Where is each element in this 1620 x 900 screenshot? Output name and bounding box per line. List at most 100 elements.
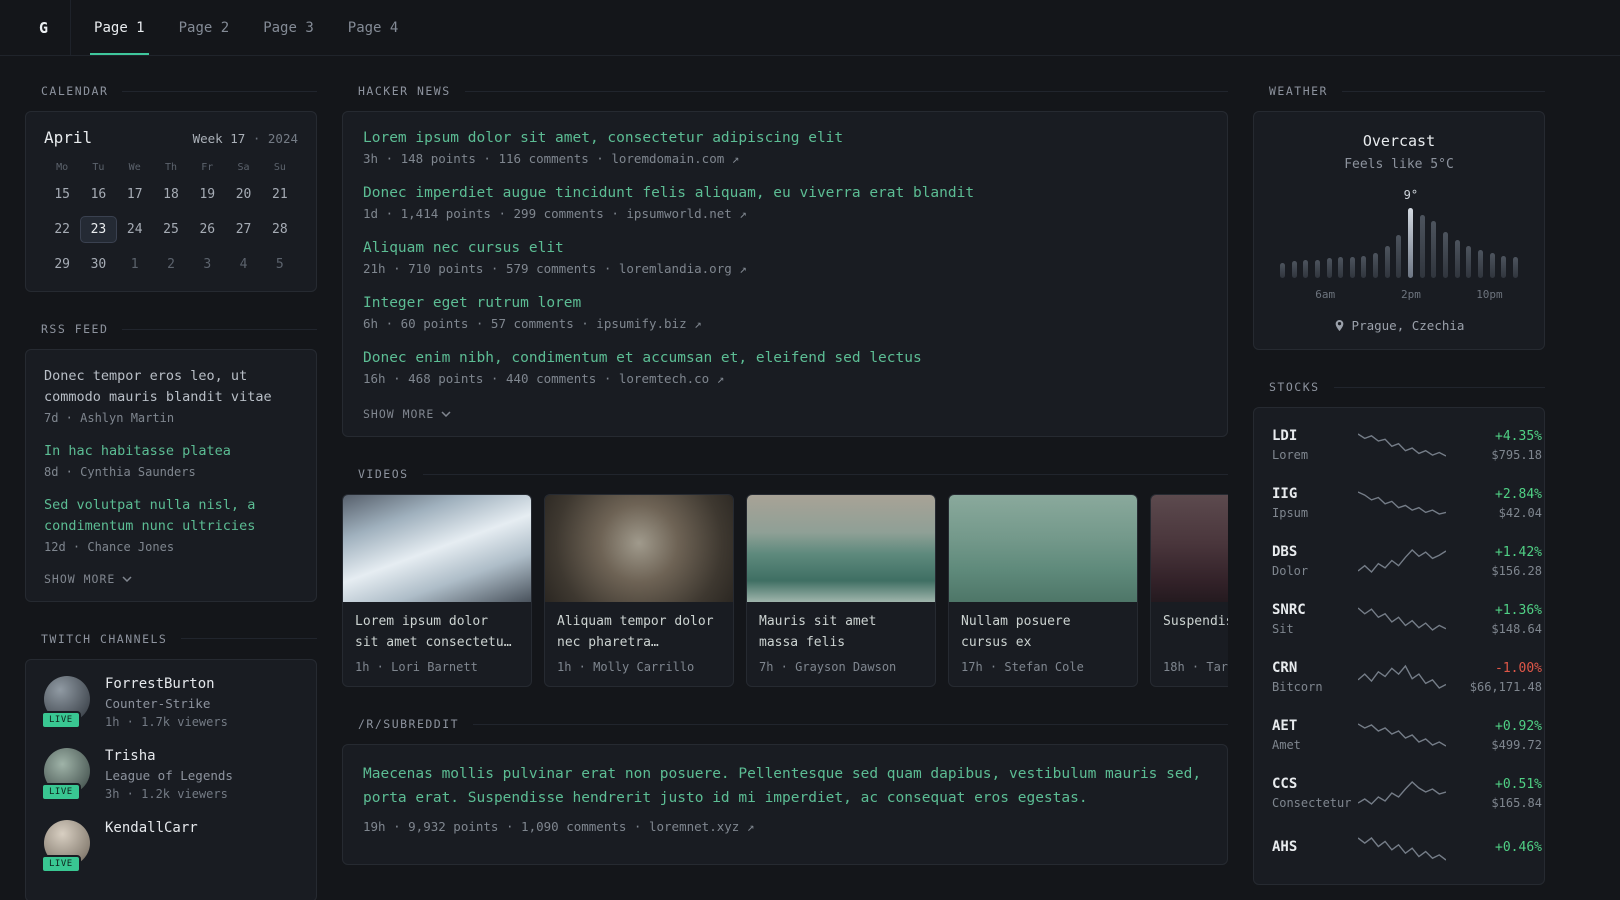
twitch-channel[interactable]: LIVE ForrestBurton Counter-Strike 1h · 1… bbox=[41, 675, 298, 729]
tab-page-3[interactable]: Page 3 bbox=[259, 0, 318, 55]
hn-item-title[interactable]: Aliquam nec cursus elit bbox=[363, 240, 1207, 256]
hn-domain-link[interactable]: loremtech.co ↗ bbox=[619, 371, 724, 386]
rss-show-more-button[interactable]: SHOW MORE bbox=[44, 572, 132, 586]
video-card[interactable]: Mauris sit amet massa felis 7h · Grayson… bbox=[746, 494, 936, 687]
stock-row[interactable]: LDI Lorem +4.35% $795.18 bbox=[1254, 416, 1544, 474]
twitch-widget: LIVE ForrestBurton Counter-Strike 1h · 1… bbox=[25, 658, 317, 900]
video-card[interactable]: Aliquam tempor dolor nec pharetra… 1h · … bbox=[544, 494, 734, 687]
reddit-post-meta: 19h · 9,932 points · 1,090 comments · lo… bbox=[363, 819, 1207, 834]
stock-row[interactable]: CCS Consectetur +0.51% $165.84 bbox=[1254, 764, 1544, 822]
hn-domain-link[interactable]: loremdomain.com ↗ bbox=[611, 151, 739, 166]
weather-section-title: WEATHER bbox=[1253, 84, 1545, 98]
calendar-dow: Fr bbox=[201, 162, 214, 173]
channel-meta: 1h · 1.7k viewers bbox=[105, 714, 228, 729]
calendar-day: 25 bbox=[163, 222, 179, 237]
stock-sparkline bbox=[1358, 834, 1446, 864]
hn-item-title[interactable]: Donec imperdiet augue tincidunt felis al… bbox=[363, 185, 1207, 201]
weather-time-labels: 6am 2pm 10pm bbox=[1280, 288, 1518, 303]
calendar-day: 4 bbox=[239, 257, 248, 272]
video-thumbnail bbox=[343, 495, 531, 602]
calendar-day: 5 bbox=[275, 257, 284, 272]
weather-time-label: 10pm bbox=[1476, 288, 1503, 301]
video-card[interactable]: Nullam posuere cursus ex 17h · Stefan Co… bbox=[948, 494, 1138, 687]
videos-section: VIDEOS Lorem ipsum dolor sit amet consec… bbox=[342, 467, 1228, 687]
video-card[interactable]: Suspendisse diam 18h · Tara bbox=[1150, 494, 1228, 687]
tab-page-2[interactable]: Page 2 bbox=[175, 0, 234, 55]
tab-page-4[interactable]: Page 4 bbox=[344, 0, 403, 55]
stock-row[interactable]: AHS +0.46% bbox=[1254, 822, 1544, 876]
calendar-day: 26 bbox=[199, 222, 216, 237]
hn-item-meta: 3h · 148 points · 116 comments · loremdo… bbox=[363, 151, 1207, 166]
rss-item-title[interactable]: Donec tempor eros leo, ut commodo mauris… bbox=[44, 366, 298, 408]
rss-item-meta: 7d · Ashlyn Martin bbox=[44, 410, 175, 425]
stock-price: $156.28 bbox=[1491, 563, 1542, 578]
subreddit-widget: Maecenas mollis pulvinar erat non posuer… bbox=[342, 744, 1228, 865]
avatar: LIVE bbox=[41, 819, 90, 873]
stock-change: +0.46% bbox=[1495, 839, 1542, 855]
video-title: Aliquam tempor dolor nec pharetra… bbox=[557, 614, 714, 650]
video-title: Nullam posuere cursus ex bbox=[961, 614, 1071, 650]
stock-symbol: CCS bbox=[1272, 776, 1298, 792]
live-badge: LIVE bbox=[41, 710, 81, 729]
rss-section-title: RSS FEED bbox=[25, 322, 317, 336]
tab-page-1[interactable]: Page 1 bbox=[90, 0, 149, 55]
stock-symbol: AET bbox=[1272, 718, 1298, 734]
stock-row[interactable]: SNRC Sit +1.36% $148.64 bbox=[1254, 590, 1544, 648]
stock-name: Amet bbox=[1272, 738, 1301, 752]
twitch-channel[interactable]: LIVE Trisha League of Legends 3h · 1.2k … bbox=[41, 747, 298, 801]
rss-item[interactable]: Sed volutpat nulla nisl, a condimentum n… bbox=[44, 495, 298, 554]
stock-sparkline bbox=[1358, 546, 1446, 576]
hn-meta-text: 1d · 1,414 points · 299 comments · bbox=[363, 206, 627, 221]
hn-item-meta: 1d · 1,414 points · 299 comments · ipsum… bbox=[363, 206, 1207, 221]
chevron-down-icon bbox=[122, 576, 132, 582]
calendar-dow: We bbox=[128, 162, 141, 173]
videos-row: Lorem ipsum dolor sit amet consectetu… 1… bbox=[342, 494, 1228, 687]
stock-row[interactable]: AET Amet +0.92% $499.72 bbox=[1254, 706, 1544, 764]
avatar: LIVE bbox=[41, 675, 90, 729]
video-meta: 18h · Tara bbox=[1163, 660, 1228, 674]
video-thumbnail bbox=[747, 495, 935, 602]
stock-row[interactable]: IIG Ipsum +2.84% $42.04 bbox=[1254, 474, 1544, 532]
location-pin-icon bbox=[1335, 320, 1343, 331]
rss-item[interactable]: Donec tempor eros leo, ut commodo mauris… bbox=[44, 366, 298, 425]
hn-item: Donec imperdiet augue tincidunt felis al… bbox=[363, 185, 1207, 221]
calendar-separator: · bbox=[252, 131, 261, 146]
calendar-section-title: CALENDAR bbox=[25, 84, 317, 98]
hn-item-title[interactable]: Lorem ipsum dolor sit amet, consectetur … bbox=[363, 130, 1207, 146]
rss-item-title[interactable]: Sed volutpat nulla nisl, a condimentum n… bbox=[44, 495, 298, 537]
calendar-day-selected: 23 bbox=[80, 216, 117, 243]
reddit-post-title[interactable]: Maecenas mollis pulvinar erat non posuer… bbox=[363, 763, 1207, 811]
stock-row[interactable]: DBS Dolor +1.42% $156.28 bbox=[1254, 532, 1544, 590]
channel-name: ForrestBurton bbox=[105, 675, 215, 692]
hn-domain-link[interactable]: ipsumworld.net ↗ bbox=[626, 206, 746, 221]
weather-peak-label: 9° bbox=[1403, 188, 1419, 202]
stock-row[interactable]: CRN Bitcorn -1.00% $66,171.48 bbox=[1254, 648, 1544, 706]
hacker-news-widget: Lorem ipsum dolor sit amet, consectetur … bbox=[342, 111, 1228, 437]
twitch-channel[interactable]: LIVE KendallCarr bbox=[41, 819, 298, 873]
hn-show-more-button[interactable]: SHOW MORE bbox=[363, 407, 451, 421]
stock-symbol: SNRC bbox=[1272, 602, 1306, 618]
calendar-day: 24 bbox=[126, 222, 143, 237]
weather-time-label: 2pm bbox=[1400, 288, 1421, 301]
video-card[interactable]: Lorem ipsum dolor sit amet consectetu… 1… bbox=[342, 494, 532, 687]
left-column: CALENDAR April Week 17 · 2024 Mo Tu We T… bbox=[25, 84, 317, 900]
calendar-dow: Tu bbox=[92, 162, 105, 173]
hn-item-title[interactable]: Donec enim nibh, condimentum et accumsan… bbox=[363, 350, 1207, 366]
calendar-day: 17 bbox=[126, 187, 143, 202]
subreddit-section: /R/SUBREDDIT Maecenas mollis pulvinar er… bbox=[342, 717, 1228, 865]
hn-item-title[interactable]: Integer eget rutrum lorem bbox=[363, 295, 1207, 311]
app-logo[interactable]: G bbox=[25, 0, 72, 55]
subreddit-section-title: /R/SUBREDDIT bbox=[342, 717, 1228, 731]
calendar-section: CALENDAR April Week 17 · 2024 Mo Tu We T… bbox=[25, 84, 317, 292]
calendar-dow: Th bbox=[164, 162, 178, 173]
video-meta: 17h · Stefan Cole bbox=[961, 660, 1084, 674]
live-badge: LIVE bbox=[41, 854, 81, 873]
hn-domain-link[interactable]: loremlandia.org ↗ bbox=[619, 261, 747, 276]
reddit-domain-link[interactable]: loremnet.xyz ↗ bbox=[649, 819, 754, 834]
rss-item[interactable]: In hac habitasse platea 8d · Cynthia Sau… bbox=[44, 441, 298, 479]
rss-item-title[interactable]: In hac habitasse platea bbox=[44, 441, 298, 462]
stock-sparkline bbox=[1358, 662, 1446, 692]
stock-price: $795.18 bbox=[1491, 447, 1542, 462]
stock-price: $499.72 bbox=[1491, 737, 1542, 752]
hn-domain-link[interactable]: ipsumify.biz ↗ bbox=[596, 316, 701, 331]
